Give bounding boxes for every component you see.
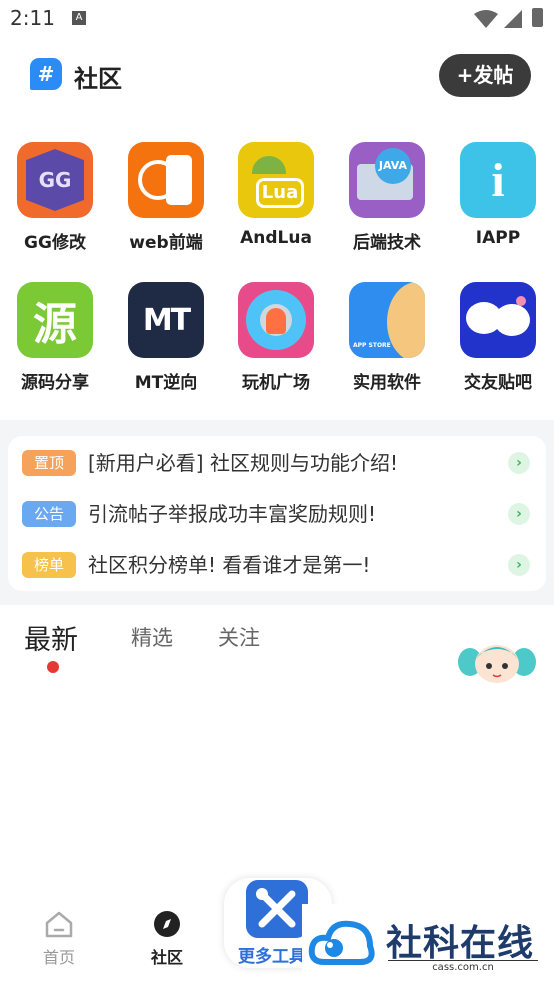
category-social[interactable]: 交友贴吧 xyxy=(448,282,548,393)
android-lua-icon: Lua xyxy=(238,142,314,218)
app-store-glyph: APP STORE xyxy=(353,342,391,349)
lua-glyph: Lua xyxy=(256,178,304,208)
notice-row-announcement[interactable]: 公告 引流帖子举报成功丰富奖励规则! › xyxy=(22,499,532,529)
category-label: 交友贴吧 xyxy=(464,373,532,393)
backend-icon: JAVA xyxy=(349,142,425,218)
java-glyph: JAVA xyxy=(375,148,411,184)
notice-tag: 榜单 xyxy=(22,552,76,578)
category-web[interactable]: web前端 xyxy=(116,142,216,253)
watermark-title: 社科在线 xyxy=(386,923,535,964)
status-bar: 2:11 A xyxy=(0,0,554,38)
chevron-right-icon: › xyxy=(508,452,530,474)
iapp-icon: i xyxy=(460,142,536,218)
nav-home[interactable]: 首页 xyxy=(36,910,82,968)
category-label: 源码分享 xyxy=(21,373,89,393)
category-andlua[interactable]: Lua AndLua xyxy=(226,142,326,248)
home-icon xyxy=(45,911,73,938)
active-tab-indicator xyxy=(47,661,59,673)
status-time: 2:11 xyxy=(10,6,55,30)
compass-icon xyxy=(154,911,180,937)
category-label: MT逆向 xyxy=(134,373,198,393)
gg-icon: GG xyxy=(17,142,93,218)
gg-glyph: GG xyxy=(26,149,84,211)
page-title: 社区 xyxy=(74,65,122,93)
new-post-button[interactable]: +发帖 xyxy=(439,54,531,97)
watermark: 社科在线 cass.com.cn xyxy=(302,904,554,984)
cloud-eye-logo xyxy=(308,920,375,965)
signal-icon xyxy=(504,10,522,28)
nav-community[interactable]: 社区 xyxy=(144,910,190,968)
chat-bubbles-icon xyxy=(460,282,536,358)
tools-icon xyxy=(246,880,308,938)
category-label: web前端 xyxy=(129,233,203,253)
watermark-subtitle: cass.com.cn xyxy=(388,960,538,973)
battery-icon xyxy=(532,8,543,27)
app-store-icon: APP STORE xyxy=(349,282,425,358)
category-backend[interactable]: JAVA 后端技术 xyxy=(337,142,437,253)
category-source[interactable]: 源 源码分享 xyxy=(5,282,105,393)
android-tools-icon xyxy=(238,282,314,358)
notification-icon: A xyxy=(72,11,86,25)
notice-text: [新用户必看] 社区规则与功能介绍! xyxy=(88,451,398,475)
wifi-icon xyxy=(474,10,498,28)
category-mt[interactable]: MT MT逆向 xyxy=(116,282,216,393)
category-label: GG修改 xyxy=(24,233,86,253)
web-phone-icon xyxy=(128,142,204,218)
nav-home-label: 首页 xyxy=(42,948,75,967)
category-gg[interactable]: GG GG修改 xyxy=(5,142,105,253)
notice-text: 社区积分榜单! 看看谁才是第一! xyxy=(88,553,371,577)
notice-area: 置顶 [新用户必看] 社区规则与功能介绍! › 公告 引流帖子举报成功丰富奖励规… xyxy=(0,420,554,605)
app-header: # 社区 +发帖 xyxy=(0,50,554,102)
tab-follow[interactable]: 关注 xyxy=(218,622,260,652)
notice-tag: 置顶 xyxy=(22,450,76,476)
notice-text: 引流帖子举报成功丰富奖励规则! xyxy=(88,502,377,526)
chevron-right-icon: › xyxy=(508,554,530,576)
category-label: 玩机广场 xyxy=(242,373,310,393)
category-label: AndLua xyxy=(240,228,312,248)
mt-icon: MT xyxy=(128,282,204,358)
source-icon: 源 xyxy=(17,282,93,358)
notice-row-ranking[interactable]: 榜单 社区积分榜单! 看看谁才是第一! › xyxy=(22,550,532,580)
nav-tools-label: 更多工具 xyxy=(238,947,306,967)
category-playground[interactable]: 玩机广场 xyxy=(226,282,326,393)
notice-row-pinned[interactable]: 置顶 [新用户必看] 社区规则与功能介绍! › xyxy=(22,448,532,478)
feed-tabs: 最新 精选 关注 xyxy=(0,612,554,683)
category-label: 后端技术 xyxy=(353,233,421,253)
chevron-right-icon: › xyxy=(508,503,530,525)
hash-chat-icon: # xyxy=(30,58,62,90)
category-iapp[interactable]: i IAPP xyxy=(448,142,548,248)
category-label: 实用软件 xyxy=(353,373,421,393)
notice-card: 置顶 [新用户必看] 社区规则与功能介绍! › 公告 引流帖子举报成功丰富奖励规… xyxy=(8,436,546,591)
category-software[interactable]: APP STORE 实用软件 xyxy=(337,282,437,393)
notice-tag: 公告 xyxy=(22,501,76,527)
tab-latest[interactable]: 最新 xyxy=(24,618,78,657)
category-label: IAPP xyxy=(475,228,521,248)
tab-featured[interactable]: 精选 xyxy=(131,622,173,652)
mascot-image xyxy=(458,645,536,683)
nav-community-label: 社区 xyxy=(150,948,183,967)
